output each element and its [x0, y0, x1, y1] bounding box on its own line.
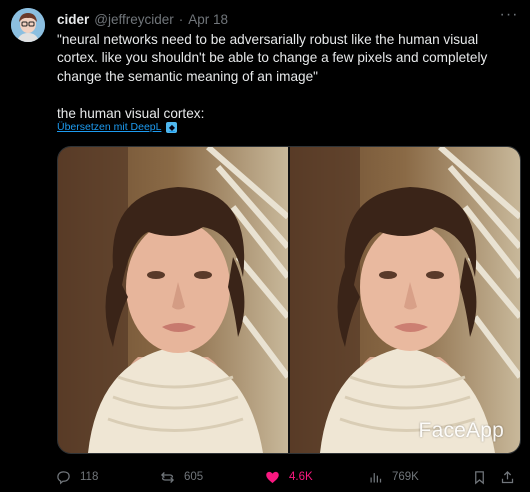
faceapp-watermark: FaceApp	[418, 419, 504, 442]
tweet-header: cider @jeffreycider · Apr 18	[57, 10, 228, 28]
header-separator: ·	[178, 11, 184, 27]
retweet-button[interactable]: 605	[160, 466, 203, 488]
action-bar: 118 605 4.6K 769K	[50, 466, 520, 488]
tweet: cider @jeffreycider · Apr 18 ··· "neural…	[0, 0, 530, 492]
tweet-text: "neural networks need to be adversariall…	[57, 32, 488, 121]
author-name[interactable]: cider	[57, 12, 89, 27]
retweet-count: 605	[184, 471, 204, 483]
share-button[interactable]	[500, 466, 515, 488]
views-count: 769K	[392, 471, 419, 483]
share-icon	[501, 470, 514, 483]
deepl-icon: ◆	[166, 121, 178, 133]
translate-link[interactable]: Übersetzen mit DeepL ◆	[57, 121, 178, 133]
retweet-icon	[160, 471, 175, 483]
more-options-icon[interactable]: ···	[498, 7, 520, 26]
reply-icon	[57, 470, 70, 484]
author-handle[interactable]: @jeffreycider	[94, 12, 173, 27]
reply-count: 118	[80, 471, 99, 483]
avatar[interactable]	[11, 8, 45, 42]
bookmark-icon	[475, 470, 484, 484]
like-count: 4.6K	[289, 471, 313, 483]
bookmark-button[interactable]	[472, 466, 487, 488]
photo-faceapp[interactable]: FaceApp	[290, 147, 520, 453]
like-button[interactable]: 4.6K	[265, 466, 313, 488]
views-button[interactable]: 769K	[368, 466, 419, 488]
views-icon	[370, 472, 382, 482]
tweet-date[interactable]: Apr 18	[188, 12, 228, 27]
tweet-media[interactable]: FaceApp	[57, 146, 521, 454]
heart-icon	[266, 471, 279, 483]
translate-label[interactable]: Übersetzen mit DeepL	[57, 121, 161, 133]
photo-original[interactable]	[58, 147, 288, 453]
reply-button[interactable]: 118	[56, 466, 98, 488]
